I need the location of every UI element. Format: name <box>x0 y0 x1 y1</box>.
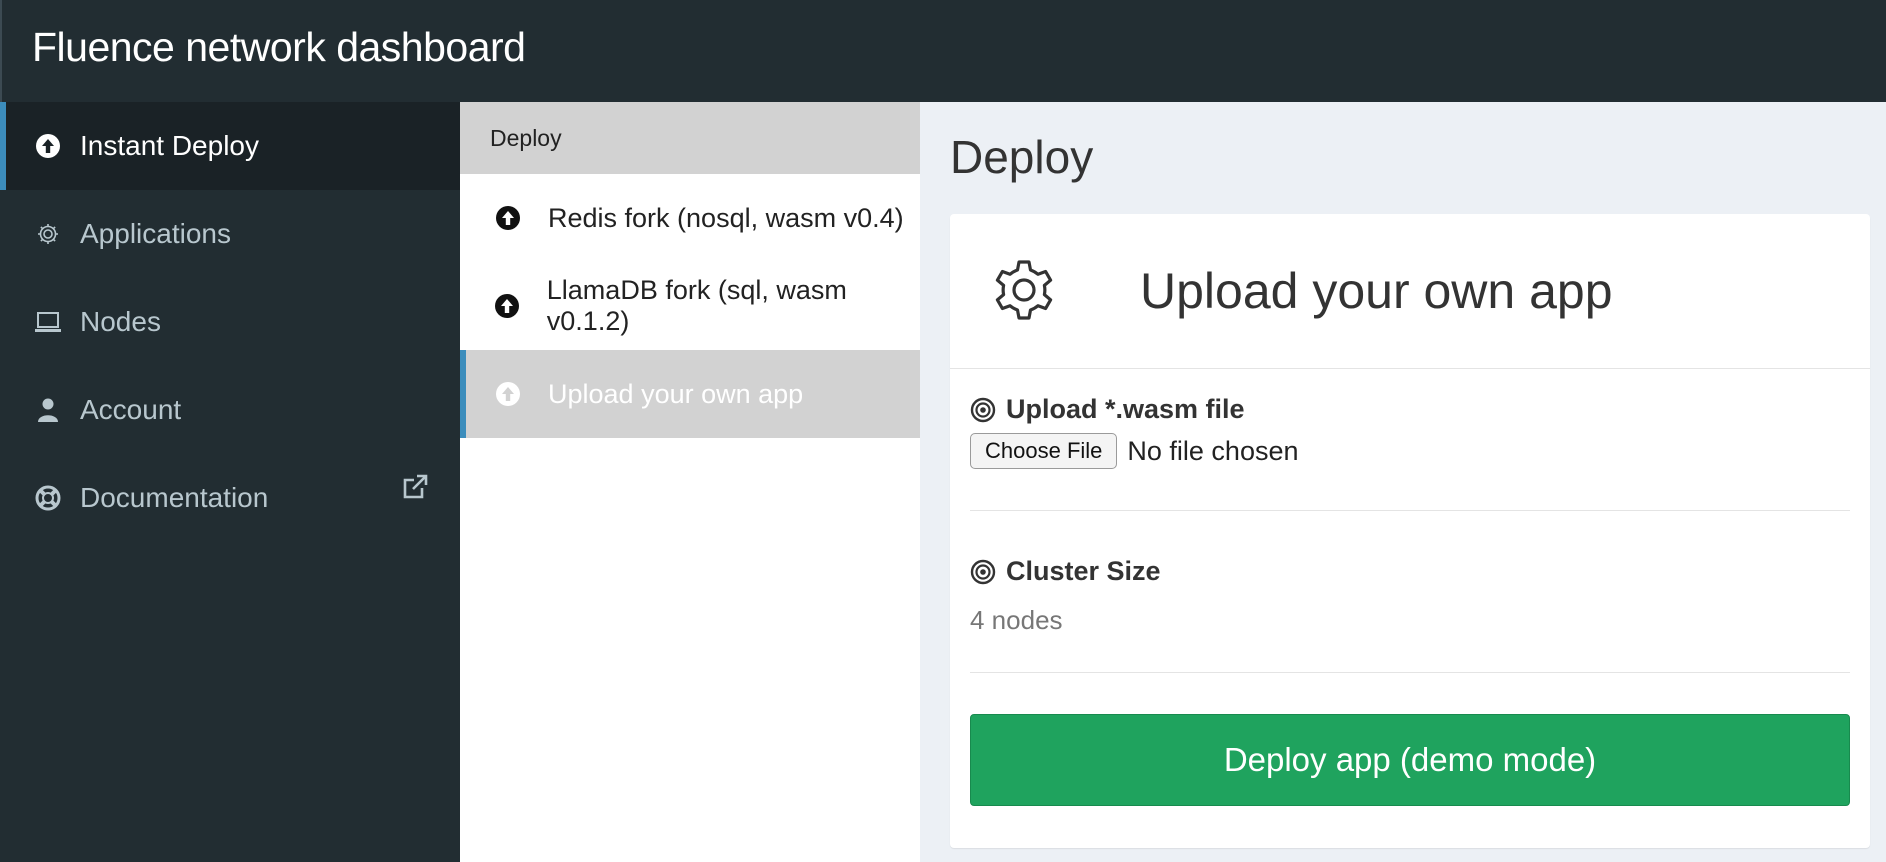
main-content: Deploy Upload your own app Upload *.wasm… <box>920 102 1886 862</box>
cluster-label-row: Cluster Size <box>970 556 1850 587</box>
page-title: Deploy <box>950 131 1094 183</box>
deploy-item-label: Redis fork (nosql, wasm v0.4) <box>548 202 904 233</box>
sidebar: Instant Deploy Applications Nodes Accoun… <box>0 102 460 862</box>
upload-label-row: Upload *.wasm file <box>970 394 1850 425</box>
file-status: No file chosen <box>1127 435 1299 466</box>
gear-icon <box>34 220 62 248</box>
card-header: Upload your own app <box>950 214 1870 369</box>
choose-file-button[interactable]: Choose File <box>970 433 1118 469</box>
sidebar-item-account[interactable]: Account <box>0 366 460 454</box>
sidebar-item-documentation[interactable]: Documentation <box>0 454 460 542</box>
lifebuoy-icon <box>34 484 62 512</box>
divider <box>970 672 1850 673</box>
upload-field: Upload *.wasm file Choose File No file c… <box>970 394 1850 469</box>
app-title: Fluence network dashboard <box>32 24 526 70</box>
cluster-size-value: 4 nodes <box>970 605 1063 635</box>
deploy-item-redis[interactable]: Redis fork (nosql, wasm v0.4) <box>460 174 920 262</box>
sidebar-item-label: Account <box>80 394 182 425</box>
sidebar-item-label: Documentation <box>80 482 269 513</box>
upload-circle-icon <box>34 132 62 160</box>
sidebar-item-label: Applications <box>80 218 231 249</box>
laptop-icon <box>34 308 62 336</box>
sidebar-item-applications[interactable]: Applications <box>0 190 460 278</box>
deploy-item-label: LlamaDB fork (sql, wasm v0.1.2) <box>546 275 847 336</box>
cluster-label: Cluster Size <box>1006 556 1161 586</box>
sidebar-item-label: Nodes <box>80 306 161 337</box>
upload-circle-icon <box>494 204 522 232</box>
user-icon <box>34 396 62 424</box>
top-header: Fluence network dashboard <box>0 0 1886 102</box>
deploy-item-label: Upload your own app <box>548 378 804 409</box>
upload-app-card: Upload your own app Upload *.wasm file C… <box>950 214 1870 848</box>
deploy-list-header: Deploy <box>460 102 920 174</box>
sidebar-item-nodes[interactable]: Nodes <box>0 278 460 366</box>
file-input: Choose File No file chosen <box>970 433 1850 469</box>
divider <box>970 510 1850 511</box>
upload-circle-icon <box>494 380 522 408</box>
cluster-size-field: Cluster Size 4 nodes <box>970 556 1850 636</box>
upload-circle-icon <box>494 292 521 320</box>
deploy-list-panel: Deploy Redis fork (nosql, wasm v0.4) Lla… <box>460 102 920 862</box>
deploy-item-llamadb[interactable]: LlamaDB fork (sql, wasm v0.1.2) <box>460 262 920 350</box>
card-title: Upload your own app <box>1140 263 1613 319</box>
deploy-app-button[interactable]: Deploy app (demo mode) <box>970 714 1850 806</box>
bullseye-icon <box>970 397 996 423</box>
sidebar-item-label: Instant Deploy <box>80 130 259 161</box>
sidebar-item-instant-deploy[interactable]: Instant Deploy <box>0 102 460 190</box>
gear-icon <box>988 254 1060 326</box>
deploy-item-upload-own[interactable]: Upload your own app <box>460 350 920 438</box>
external-link-icon <box>400 472 430 502</box>
bullseye-icon <box>970 559 996 585</box>
upload-label: Upload *.wasm file <box>1006 394 1245 424</box>
